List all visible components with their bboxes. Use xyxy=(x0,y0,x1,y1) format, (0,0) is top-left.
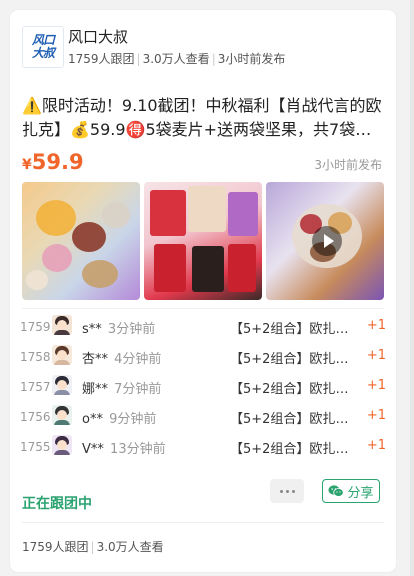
order-time: 3分钟前 xyxy=(107,322,156,337)
order-time: 7分钟前 xyxy=(114,382,162,397)
order-row[interactable]: 1757 娜** 7分钟前 【5+2组合】欧扎克麦片 +1 xyxy=(20,372,386,402)
following-status: 正在跟团中 xyxy=(22,496,92,512)
footer-stats: 1759人跟团 | 3.0万人查看 xyxy=(22,538,164,555)
price-currency: ¥ xyxy=(22,157,32,173)
oatmeal-bags-photo[interactable] xyxy=(144,182,262,300)
order-row[interactable]: 1756 o** 9分钟前 【5+2组合】欧扎克麦片 +1 xyxy=(20,402,386,432)
order-qty: +1 xyxy=(366,378,386,393)
avatar xyxy=(52,315,72,335)
order-item: 【5+2组合】欧扎克麦片 xyxy=(230,412,358,427)
price: ¥59.9 xyxy=(22,150,84,174)
order-row[interactable]: 1759 s** 3分钟前 【5+2组合】欧扎克麦片 +1 xyxy=(20,312,386,342)
divider xyxy=(22,308,384,309)
order-list: 1759 s** 3分钟前 【5+2组合】欧扎克麦片 +1 1758 杏** 4… xyxy=(20,312,386,462)
avatar xyxy=(52,435,72,455)
play-icon[interactable] xyxy=(312,226,342,256)
order-item: 【5+2组合】欧扎克麦片 xyxy=(230,352,358,367)
order-username: o** xyxy=(82,412,103,427)
oatmeal-bowl-photo[interactable] xyxy=(22,182,140,300)
author-posted-time: 3小时前发布 xyxy=(217,52,286,66)
group-buy-card[interactable]: 风口 大叔 风口大叔 1759人跟团 | 3.0万人查看 | 3小时前发布 ⚠️限时活动… xyxy=(10,10,396,572)
scrollbar[interactable] xyxy=(410,0,414,576)
avatar xyxy=(52,375,72,395)
oatmeal-video[interactable] xyxy=(266,182,384,300)
footer-views: 3.0万人查看 xyxy=(96,540,164,554)
order-qty: +1 xyxy=(366,438,386,453)
divider xyxy=(22,522,384,523)
order-qty: +1 xyxy=(366,348,386,363)
order-qty: +1 xyxy=(366,408,386,423)
order-user: 杏** 4分钟前 xyxy=(82,348,161,367)
meta-separator: | xyxy=(136,52,141,66)
author-meta: 1759人跟团 | 3.0万人查看 | 3小时前发布 xyxy=(68,50,285,67)
order-seq: 1756 xyxy=(20,410,51,424)
order-user: o** 9分钟前 xyxy=(82,408,156,427)
order-user: 娜** 7分钟前 xyxy=(82,378,161,397)
wechat-icon xyxy=(328,485,345,497)
more-dots-icon xyxy=(279,489,295,493)
order-username: s** xyxy=(82,322,102,337)
footer-followers: 1759人跟团 xyxy=(22,540,89,554)
order-seq: 1759 xyxy=(20,320,51,334)
image-gallery xyxy=(22,182,384,300)
order-item: 【5+2组合】欧扎克麦片 xyxy=(230,382,358,397)
order-seq: 1758 xyxy=(20,350,51,364)
order-user: V** 13分钟前 xyxy=(82,438,166,457)
order-item: 【5+2组合】欧扎克麦片 xyxy=(230,322,358,337)
author-name[interactable]: 风口大叔 xyxy=(68,26,128,47)
meta-separator: | xyxy=(90,540,95,554)
author-followers: 1759人跟团 xyxy=(68,52,135,66)
order-seq: 1757 xyxy=(20,380,51,394)
order-user: s** 3分钟前 xyxy=(82,318,155,337)
order-time: 4分钟前 xyxy=(114,352,162,367)
order-qty: +1 xyxy=(366,318,386,333)
meta-separator: | xyxy=(211,52,216,66)
share-button[interactable]: 分享 xyxy=(322,479,380,503)
order-username: 娜** xyxy=(82,382,109,397)
logo-text-bottom: 大叔 xyxy=(31,46,55,60)
avatar xyxy=(52,405,72,425)
share-label: 分享 xyxy=(347,485,374,501)
order-seq: 1755 xyxy=(20,440,51,454)
order-time: 13分钟前 xyxy=(110,442,166,457)
order-row[interactable]: 1755 V** 13分钟前 【5+2组合】欧扎克麦片 +1 xyxy=(20,432,386,462)
more-button[interactable] xyxy=(270,479,304,503)
order-row[interactable]: 1758 杏** 4分钟前 【5+2组合】欧扎克麦片 +1 xyxy=(20,342,386,372)
order-username: V** xyxy=(82,442,104,457)
order-username: 杏** xyxy=(82,352,109,367)
author-logo[interactable]: 风口 大叔 xyxy=(22,26,64,68)
publish-time: 3小时前发布 xyxy=(314,158,382,172)
avatar xyxy=(52,345,72,365)
post-title[interactable]: ⚠️限时活动！9.10截团！中秋福利【肖战代言的欧扎克】💰59.9🉐5袋麦片+送… xyxy=(22,94,386,142)
price-value: 59.9 xyxy=(31,150,84,174)
order-time: 9分钟前 xyxy=(109,412,157,427)
author-views: 3.0万人查看 xyxy=(142,52,210,66)
order-item: 【5+2组合】欧扎克麦片 xyxy=(230,442,358,457)
